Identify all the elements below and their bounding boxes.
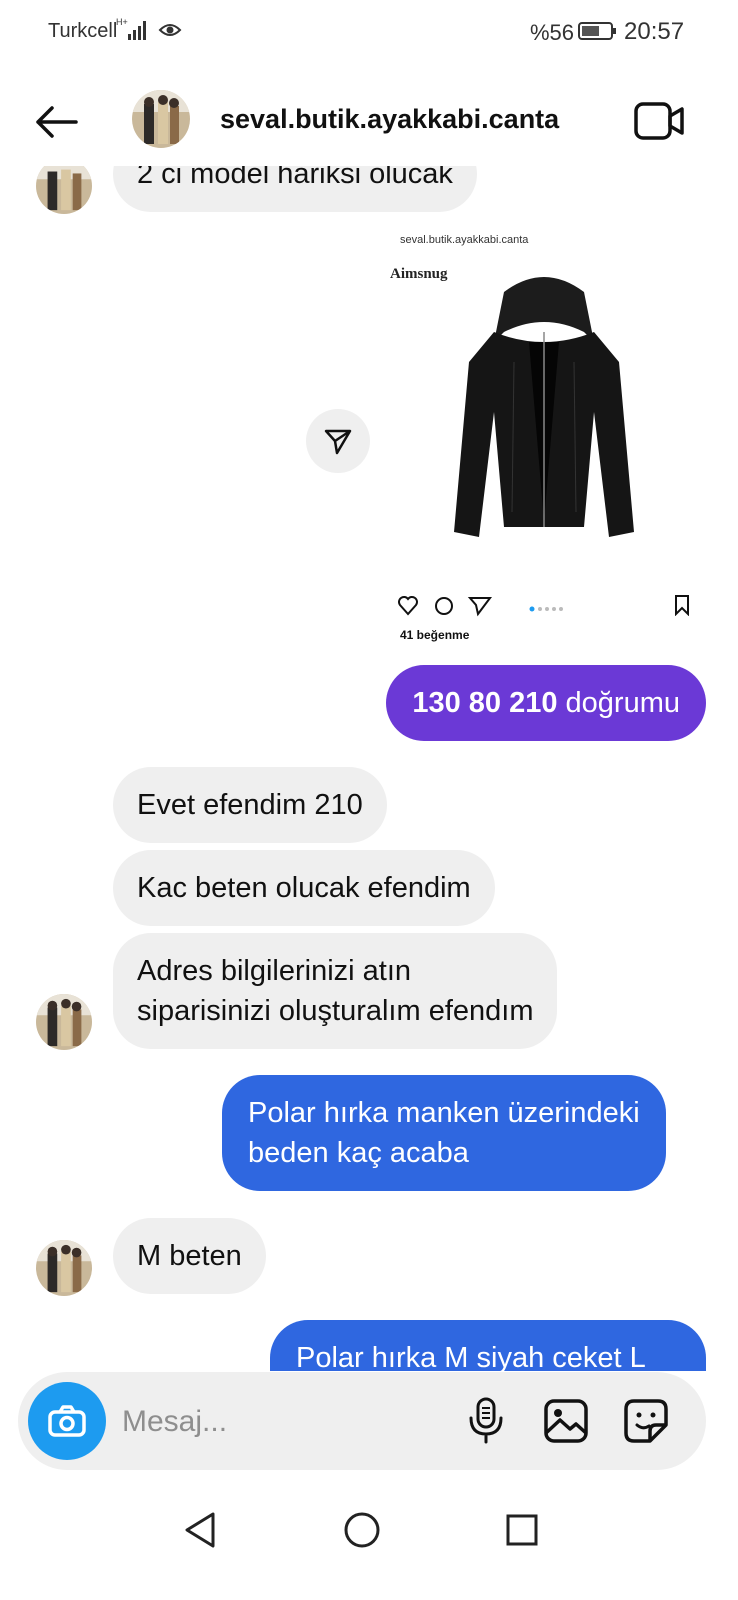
network-type-label: H+ bbox=[116, 17, 128, 27]
incoming-message[interactable]: Adres bilgilerinizi atın siparisinizi ol… bbox=[113, 933, 558, 1049]
voice-message-button[interactable] bbox=[460, 1392, 512, 1450]
incoming-message[interactable]: M beten bbox=[113, 1218, 266, 1294]
microphone-icon bbox=[469, 1397, 503, 1444]
post-account: seval.butik.ayakkabi.canta bbox=[400, 234, 529, 246]
message-input[interactable] bbox=[120, 1398, 444, 1446]
camera-button[interactable] bbox=[28, 1382, 106, 1460]
sticker-button[interactable] bbox=[618, 1392, 674, 1450]
incoming-message[interactable]: Kac beten olucak efendim bbox=[113, 850, 495, 926]
arrow-left-icon bbox=[36, 106, 78, 138]
signal-icon: H+ bbox=[116, 16, 152, 49]
camera-icon bbox=[48, 1405, 86, 1437]
comment-icon bbox=[435, 597, 453, 615]
video-call-button[interactable] bbox=[630, 96, 688, 146]
battery-percent: %56 bbox=[530, 20, 575, 45]
shared-post[interactable]: seval.butik.ayakkabi.canta Aimsnug 41 be… bbox=[382, 234, 708, 654]
heart-icon bbox=[398, 596, 418, 616]
battery-icon bbox=[578, 21, 618, 46]
message-line: beden kaç acaba bbox=[248, 1137, 469, 1169]
video-call-icon bbox=[634, 102, 684, 140]
incoming-message[interactable]: Evet efendim 210 bbox=[113, 767, 387, 843]
send-icon bbox=[467, 597, 492, 617]
back-button[interactable] bbox=[28, 94, 84, 150]
share-post-button[interactable] bbox=[306, 409, 370, 473]
outgoing-message[interactable]: Polar hırka M siyah ceket L bbox=[270, 1320, 706, 1371]
square-recents-icon bbox=[506, 1514, 538, 1546]
outgoing-message[interactable]: 130 80 210 doğrumu bbox=[386, 665, 706, 741]
sender-avatar bbox=[36, 1240, 92, 1296]
eye-comfort-icon bbox=[158, 20, 182, 45]
nav-back-button[interactable] bbox=[170, 1502, 230, 1558]
jacket-image bbox=[454, 277, 634, 537]
message-bold-text: 130 80 210 bbox=[412, 687, 558, 719]
carrier-label: Turkcell bbox=[48, 20, 118, 42]
image-icon bbox=[544, 1399, 588, 1443]
sender-avatar bbox=[36, 166, 92, 214]
message-line: Adres bilgilerinizi atın bbox=[137, 955, 412, 987]
message-list[interactable]: 2 ci model hariksi olucak seval.butik.ay… bbox=[0, 166, 738, 1371]
circle-home-icon bbox=[344, 1512, 380, 1548]
carousel-dots-icon bbox=[528, 600, 568, 618]
incoming-message[interactable]: 2 ci model hariksi olucak bbox=[113, 166, 477, 212]
sticker-icon bbox=[624, 1399, 668, 1443]
chat-username[interactable]: seval.butik.ayakkabi.canta bbox=[220, 104, 559, 135]
post-likes: 41 beğenme bbox=[400, 628, 470, 642]
gallery-button[interactable] bbox=[538, 1392, 594, 1450]
message-text: doğrumu bbox=[557, 687, 680, 719]
message-line: Polar hırka manken üzerindeki bbox=[248, 1097, 640, 1129]
profile-avatar[interactable] bbox=[132, 90, 190, 148]
clock: 20:57 bbox=[624, 18, 685, 45]
post-actions bbox=[398, 594, 498, 623]
send-icon bbox=[324, 429, 352, 455]
nav-recents-button[interactable] bbox=[492, 1502, 552, 1558]
message-line: siparisinizi oluşturalım efendım bbox=[137, 995, 534, 1027]
outgoing-message[interactable]: Polar hırka manken üzerindeki beden kaç … bbox=[222, 1075, 666, 1191]
status-bar: Turkcell H+ %56 20:57 bbox=[0, 0, 738, 64]
bookmark-icon bbox=[674, 594, 690, 621]
triangle-back-icon bbox=[185, 1512, 215, 1548]
sender-avatar bbox=[36, 994, 92, 1050]
nav-home-button[interactable] bbox=[332, 1502, 392, 1558]
